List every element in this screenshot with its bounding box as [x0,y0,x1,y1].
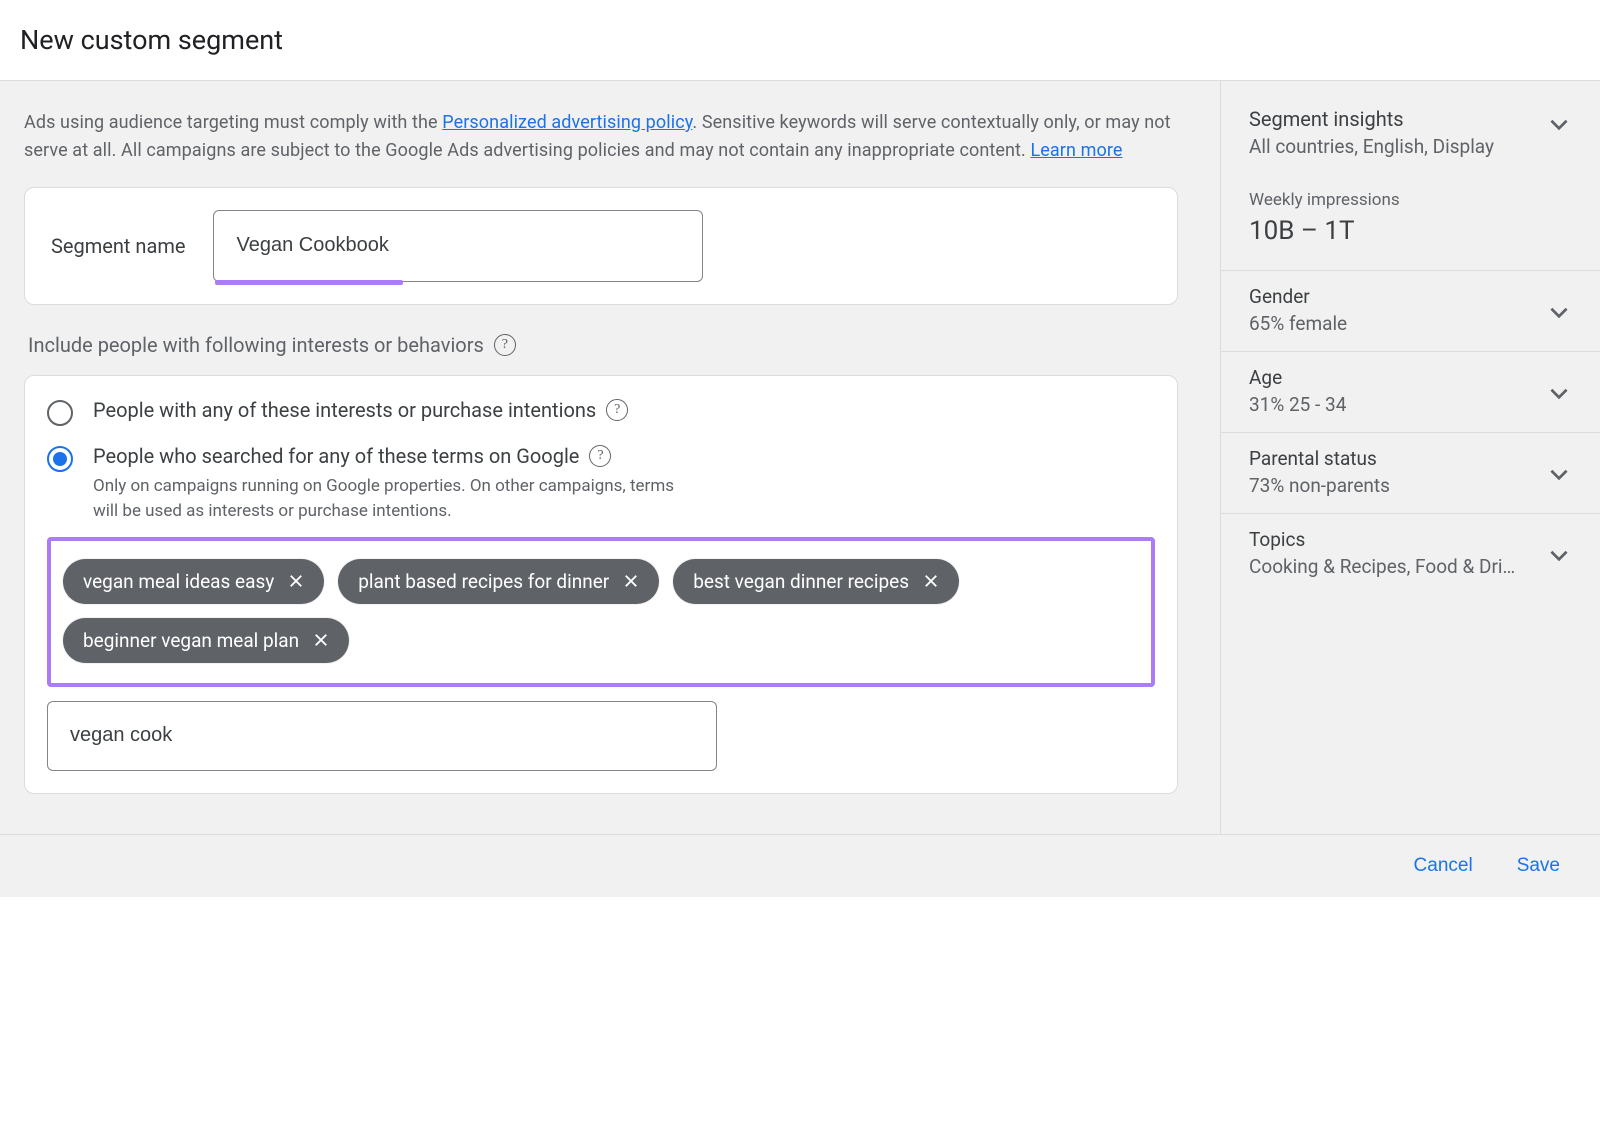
close-icon[interactable] [286,571,306,591]
panel-value: 73% non-parents [1249,474,1390,497]
panel-value: 65% female [1249,312,1347,335]
add-term-input[interactable] [47,701,717,771]
radio-search-terms-sub: Only on campaigns running on Google prop… [93,474,693,525]
footer-actions: Cancel Save [0,834,1600,897]
panel-value: 31% 25 - 34 [1249,393,1346,416]
chevron-down-icon [1546,461,1572,487]
segment-name-card: Segment name [24,187,1178,305]
insight-panel-topics[interactable]: Topics Cooking & Recipes, Food & Dri… [1221,513,1600,594]
insights-subtitle: All countries, English, Display [1249,135,1494,158]
include-heading: Include people with following interests … [28,333,1178,357]
insight-panel-age[interactable]: Age 31% 25 - 34 [1221,351,1600,432]
panel-title: Parental status [1249,447,1390,470]
chevron-down-icon [1546,380,1572,406]
radio-interests[interactable] [47,400,73,426]
include-heading-text: Include people with following interests … [28,333,484,357]
close-icon[interactable] [621,571,641,591]
close-icon[interactable] [311,630,331,650]
chip: plant based recipes for dinner [338,559,659,604]
search-terms-chips: vegan meal ideas easy plant based recipe… [47,537,1155,687]
policy-link[interactable]: Personalized advertising policy [442,112,692,133]
radio-search-terms[interactable] [47,446,73,472]
panel-title: Age [1249,366,1346,389]
policy-disclaimer: Ads using audience targeting must comply… [24,109,1178,165]
chip: vegan meal ideas easy [63,559,324,604]
chip-label: best vegan dinner recipes [693,570,909,593]
insights-sidebar: Segment insights All countries, English,… [1220,81,1600,834]
disclaimer-text-1: Ads using audience targeting must comply… [24,112,442,133]
weekly-impressions-value: 10B – 1T [1249,216,1572,246]
save-button[interactable]: Save [1517,855,1560,877]
chip-label: plant based recipes for dinner [358,570,609,593]
help-icon[interactable]: ? [606,399,628,421]
learn-more-link[interactable]: Learn more [1030,140,1122,161]
chip-label: vegan meal ideas easy [83,570,274,593]
page-header: New custom segment [0,0,1600,81]
panel-title: Topics [1249,528,1515,551]
close-icon[interactable] [921,571,941,591]
cancel-button[interactable]: Cancel [1414,855,1473,877]
segment-name-label: Segment name [47,234,185,258]
panel-value: Cooking & Recipes, Food & Dri… [1249,555,1515,578]
insight-panel-gender[interactable]: Gender 65% female [1221,270,1600,351]
behaviors-card: People with any of these interests or pu… [24,375,1178,794]
insights-header[interactable]: Segment insights All countries, English,… [1221,81,1600,180]
chip: beginner vegan meal plan [63,618,349,663]
help-icon[interactable]: ? [589,445,611,467]
panel-title: Gender [1249,285,1347,308]
segment-name-input[interactable] [213,210,703,282]
chip: best vegan dinner recipes [673,559,959,604]
weekly-impressions-label: Weekly impressions [1249,190,1572,210]
chip-label: beginner vegan meal plan [83,629,299,652]
chevron-down-icon [1546,542,1572,568]
radio-search-terms-label: People who searched for any of these ter… [93,444,579,468]
chevron-down-icon [1546,299,1572,325]
radio-interests-label: People with any of these interests or pu… [93,398,596,422]
insights-title: Segment insights [1249,107,1494,131]
help-icon[interactable]: ? [494,334,516,356]
insight-panel-parental[interactable]: Parental status 73% non-parents [1221,432,1600,513]
weekly-impressions: Weekly impressions 10B – 1T [1221,180,1600,270]
chevron-down-icon [1546,111,1572,137]
highlight-underline [215,280,403,285]
page-title: New custom segment [20,24,1580,56]
